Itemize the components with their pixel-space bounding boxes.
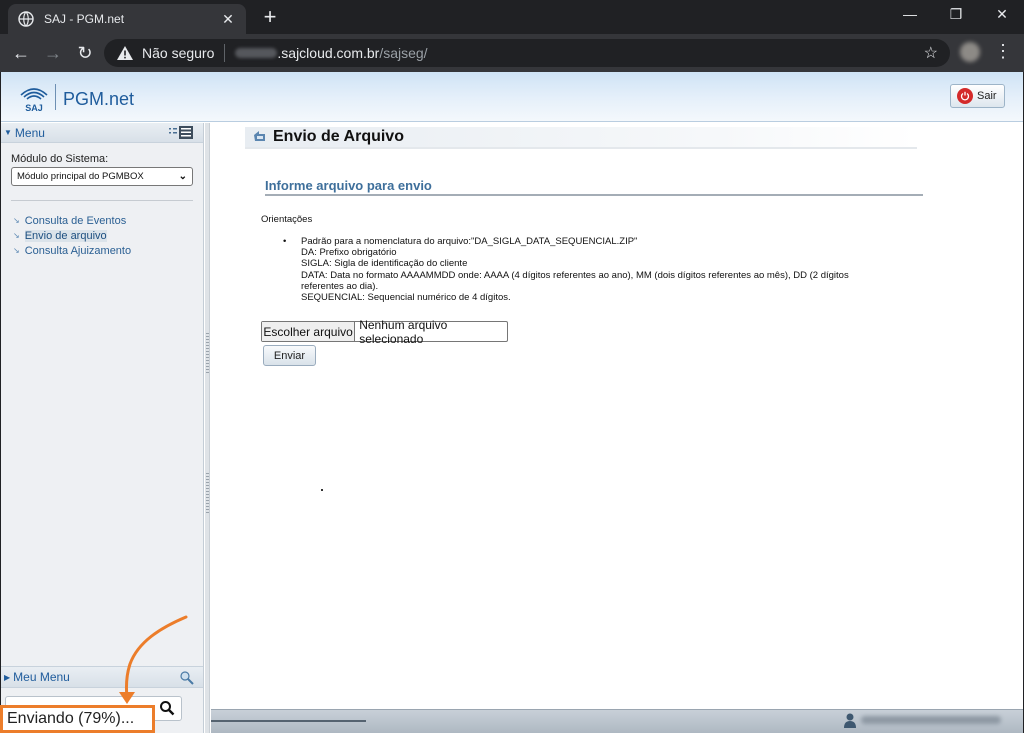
- orientacao-line: DATA: Data no formato AAAAMMDD onde: AAA…: [301, 269, 849, 281]
- stray-dot: [321, 489, 323, 491]
- main-content: Envio de Arquivo Informe arquivo para en…: [211, 123, 1023, 715]
- saj-logo: SAJ: [20, 88, 48, 113]
- menu-item-envio-arquivo[interactable]: ↘ Envio de arquivo: [13, 228, 203, 243]
- omnibox-separator: [224, 44, 226, 62]
- tab-close-icon[interactable]: ✕: [220, 11, 236, 28]
- browser-titlebar: SAJ - PGM.net ✕ + — ❐ ✕: [0, 0, 1024, 34]
- arrow-icon: ↘: [13, 246, 20, 255]
- title-arrow-icon: [254, 131, 265, 141]
- splitter-grip: [206, 473, 209, 513]
- modulo-select[interactable]: Módulo principal do PGMBOX ⌄: [11, 167, 193, 186]
- orientacoes-label: Orientações: [261, 214, 313, 225]
- page-title: Envio de Arquivo: [273, 128, 404, 145]
- file-status: Nenhum arquivo selecionado: [359, 317, 448, 346]
- orientacao-line: DA: Prefixo obrigatório: [301, 247, 397, 259]
- app-header: SAJ PGM.net Sair: [1, 72, 1023, 122]
- menu-item-consulta-ajuizamento[interactable]: ↘ Consulta Ajuizamento: [13, 243, 203, 258]
- logo-separator: [55, 84, 56, 110]
- minimize-button[interactable]: —: [900, 6, 920, 22]
- orientacao-line: SEQUENCIAL: Sequencial numérico de 4 díg…: [301, 292, 511, 304]
- submit-button[interactable]: Enviar: [263, 345, 316, 366]
- back-button[interactable]: ←: [10, 42, 32, 64]
- restore-button[interactable]: ❐: [946, 6, 966, 23]
- chevron-down-icon: ⌄: [178, 171, 187, 182]
- orientacao-line: referentes ao dia).: [301, 280, 379, 292]
- meu-menu-title: Meu Menu: [13, 670, 70, 684]
- browser-tab[interactable]: SAJ - PGM.net ✕: [8, 4, 246, 34]
- orientacao-line: Padrão para a nomenclatura do arquivo:"D…: [301, 236, 638, 247]
- collapse-triangle-icon: ▼: [4, 128, 12, 137]
- app-name: PGM.net: [63, 89, 135, 109]
- tools-icon[interactable]: [179, 670, 195, 686]
- web-page: SAJ PGM.net Sair ▼ Menu Módulo do Sistem…: [1, 72, 1023, 733]
- status-progress-line: [211, 720, 366, 722]
- exit-label: Sair: [977, 90, 997, 102]
- menu-title: Menu: [14, 125, 45, 140]
- orientacoes-list: • Padrão para a nomenclatura do arquivo:…: [283, 236, 939, 304]
- file-input[interactable]: Escolher arquivo Nenhum arquivo selecion…: [261, 317, 508, 346]
- bookmark-star-icon[interactable]: ☆: [924, 43, 938, 63]
- bullet: •: [283, 236, 287, 247]
- user-info-redacted: [861, 716, 1001, 724]
- arrow-icon: ↘: [13, 231, 20, 240]
- reload-button[interactable]: ↻: [74, 42, 96, 64]
- address-bar[interactable]: Não seguro .sajcloud.com.br /sajseg/ ☆: [104, 39, 950, 67]
- globe-icon: [18, 11, 34, 27]
- modulo-label: Módulo do Sistema:: [11, 153, 109, 165]
- exit-button[interactable]: Sair: [950, 84, 1005, 108]
- logo-text: SAJ: [25, 103, 43, 113]
- browser-menu-icon[interactable]: ⋮: [994, 41, 1012, 62]
- menu-item-consulta-eventos[interactable]: ↘ Consulta de Eventos: [13, 213, 203, 228]
- security-label: Não seguro: [142, 45, 215, 61]
- list-icon[interactable]: [169, 126, 193, 140]
- url-subdomain-redacted: [235, 48, 278, 58]
- profile-avatar[interactable]: [960, 42, 980, 62]
- user-icon: [844, 713, 856, 728]
- sidebar: ▼ Menu Módulo do Sistema: Módulo princip…: [1, 123, 204, 733]
- tab-title: SAJ - PGM.net: [44, 12, 125, 26]
- orientacao-line: SIGLA: Sigla de identificação do cliente: [301, 258, 468, 270]
- panel-splitter[interactable]: [205, 123, 210, 733]
- splitter-grip: [206, 333, 209, 373]
- close-window-button[interactable]: ✕: [992, 6, 1012, 23]
- power-icon: [957, 88, 973, 104]
- expand-triangle-icon: ▶: [4, 672, 11, 682]
- section-title: Informe arquivo para envio: [265, 178, 923, 196]
- warning-icon: [117, 46, 133, 60]
- upload-progress-text: Enviando (79%)...: [7, 710, 135, 727]
- meu-menu-header[interactable]: ▶ Meu Menu: [1, 666, 203, 688]
- sidebar-divider: [11, 200, 193, 201]
- browser-toolbar: ← → ↻ Não seguro .sajcloud.com.br /sajse…: [0, 34, 1024, 72]
- status-bar: [211, 709, 1023, 733]
- menu-list: ↘ Consulta de Eventos ↘ Envio de arquivo ↘…: [13, 213, 203, 258]
- forward-button[interactable]: →: [42, 42, 64, 64]
- new-tab-button[interactable]: +: [258, 5, 282, 29]
- upload-progress-indicator: Enviando (79%)...: [0, 705, 155, 733]
- page-title-bar: Envio de Arquivo: [245, 127, 917, 149]
- search-icon[interactable]: [159, 700, 175, 716]
- url-host: .sajcloud.com.br: [277, 45, 380, 61]
- arrow-icon: ↘: [13, 216, 20, 225]
- modulo-selected-value: Módulo principal do PGMBOX: [17, 171, 144, 182]
- menu-header[interactable]: ▼ Menu: [1, 123, 203, 143]
- url-path: /sajseg/: [379, 45, 428, 61]
- choose-file-button[interactable]: Escolher arquivo: [262, 322, 356, 341]
